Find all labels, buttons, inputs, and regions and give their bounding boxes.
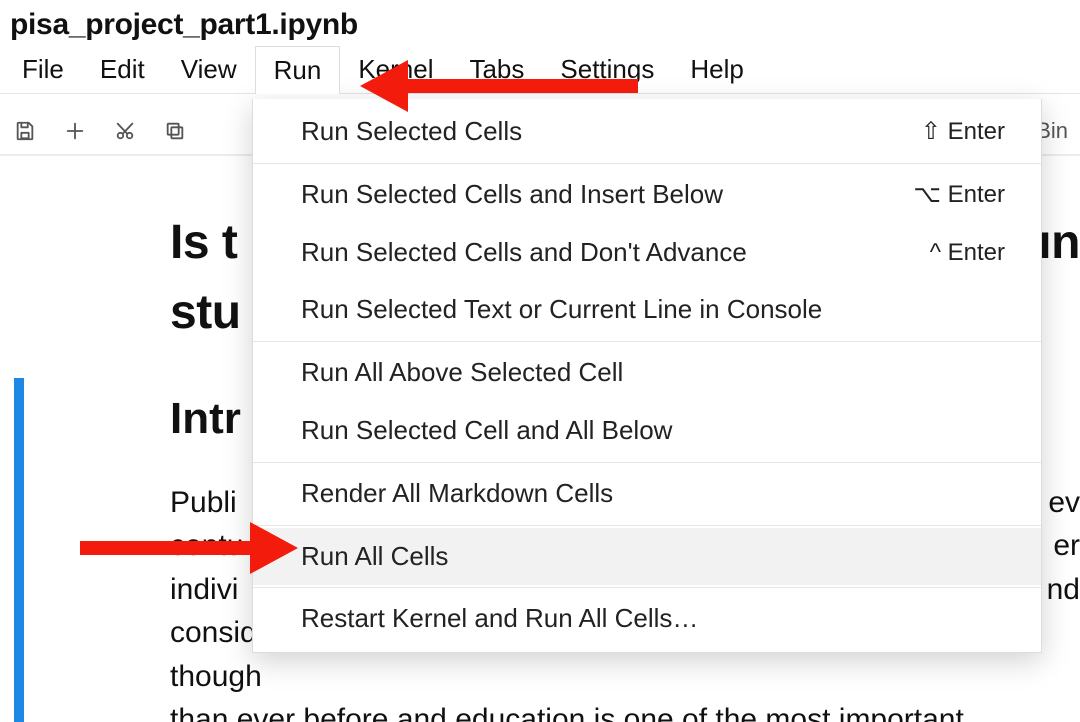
menu-separator <box>253 462 1041 463</box>
text-fragment: Publi <box>170 486 237 519</box>
menuitem-label: Restart Kernel and Run All Cells… <box>301 602 698 636</box>
text-fragment: er <box>1053 524 1080 568</box>
heading-fragment: stu <box>170 286 241 339</box>
heading-fragment: ın <box>1038 208 1080 278</box>
add-cell-icon[interactable] <box>62 118 88 144</box>
cell-selection-bar <box>14 378 24 722</box>
menuitem-shortcut: ^ Enter <box>930 237 1005 268</box>
copy-icon[interactable] <box>162 118 188 144</box>
menu-file[interactable]: File <box>4 46 82 93</box>
menuitem-run-all-cells[interactable]: Run All Cells <box>253 528 1041 586</box>
menuitem-run-cell-all-below[interactable]: Run Selected Cell and All Below <box>253 402 1041 460</box>
arrow-body <box>408 79 638 93</box>
menuitem-run-insert-below[interactable]: Run Selected Cells and Insert Below ⌥ En… <box>253 166 1041 224</box>
annotation-arrow-to-run-all <box>80 522 298 574</box>
menuitem-label: Run Selected Cells <box>301 115 522 149</box>
menuitem-label: Run All Above Selected Cell <box>301 356 623 390</box>
menuitem-run-all-above[interactable]: Run All Above Selected Cell <box>253 344 1041 402</box>
notebook-paragraph: than ever before and education is one of… <box>170 698 1080 722</box>
menuitem-label: Run All Cells <box>301 540 448 574</box>
menuitem-run-text-console[interactable]: Run Selected Text or Current Line in Con… <box>253 281 1041 339</box>
menuitem-shortcut: ⇧ Enter <box>921 116 1005 147</box>
annotation-arrow-to-run-menu <box>360 60 638 112</box>
menu-run[interactable]: Run <box>255 46 341 94</box>
text-fragment: indivi <box>170 573 238 606</box>
cut-icon[interactable] <box>112 118 138 144</box>
menu-view[interactable]: View <box>163 46 255 93</box>
menuitem-label: Run Selected Cells and Insert Below <box>301 178 723 212</box>
menuitem-run-no-advance[interactable]: Run Selected Cells and Don't Advance ^ E… <box>253 224 1041 282</box>
menuitem-shortcut: ⌥ Enter <box>913 179 1005 210</box>
menu-separator <box>253 587 1041 588</box>
heading-fragment: Is t <box>170 216 237 269</box>
notebook-title: pisa_project_part1.ipynb <box>0 0 1080 46</box>
save-icon[interactable] <box>12 118 38 144</box>
arrow-body <box>80 541 250 555</box>
menu-separator <box>253 341 1041 342</box>
text-fragment: ev <box>1048 481 1080 525</box>
menu-help[interactable]: Help <box>672 46 761 93</box>
run-menu-dropdown: Run Selected Cells ⇧ Enter Run Selected … <box>252 99 1042 653</box>
menu-edit[interactable]: Edit <box>82 46 163 93</box>
menuitem-restart-run-all[interactable]: Restart Kernel and Run All Cells… <box>253 590 1041 648</box>
arrow-head-icon <box>250 522 298 574</box>
arrow-head-icon <box>360 60 408 112</box>
menu-separator <box>253 525 1041 526</box>
menuitem-label: Run Selected Text or Current Line in Con… <box>301 293 822 327</box>
menuitem-label: Run Selected Cell and All Below <box>301 414 672 448</box>
menu-separator <box>253 163 1041 164</box>
menuitem-render-markdown[interactable]: Render All Markdown Cells <box>253 465 1041 523</box>
menuitem-label: Run Selected Cells and Don't Advance <box>301 236 747 270</box>
text-fragment: nd <box>1047 568 1080 612</box>
menuitem-label: Render All Markdown Cells <box>301 477 613 511</box>
